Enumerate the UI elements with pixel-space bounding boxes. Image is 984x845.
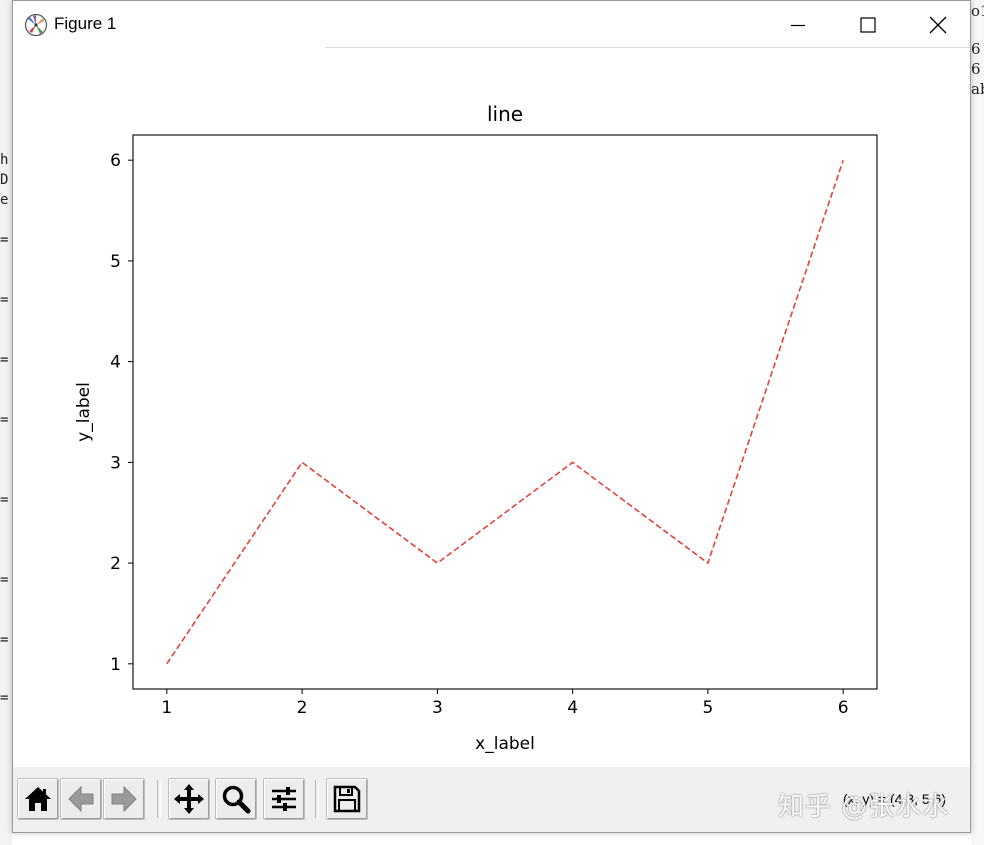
background-text: =	[0, 412, 9, 428]
zoom-button[interactable]	[215, 778, 257, 820]
watermark: 知乎 @张水水	[778, 792, 950, 822]
background-text: =	[0, 572, 9, 588]
y-tick-label: 2	[110, 554, 121, 574]
window-title: Figure 1	[54, 14, 117, 33]
home-button[interactable]	[17, 778, 59, 820]
y-tick-label: 1	[110, 655, 121, 675]
y-axis-label: y_label	[74, 382, 94, 442]
chart-title: line	[487, 102, 523, 126]
background-text: =	[0, 232, 9, 248]
maximize-icon	[860, 16, 876, 33]
move-icon	[174, 784, 204, 814]
background-text: =	[0, 690, 9, 706]
close-icon	[929, 16, 947, 33]
forward-button[interactable]	[103, 778, 145, 820]
x-tick-label: 6	[838, 698, 849, 718]
y-tick-label: 5	[110, 252, 121, 272]
sliders-icon	[272, 787, 296, 811]
matplotlib-logo-icon	[24, 13, 48, 37]
background-text: =	[0, 492, 9, 508]
background-text: e	[0, 192, 9, 208]
x-tick-label: 1	[161, 698, 172, 718]
home-icon	[25, 787, 51, 811]
minimize-icon	[791, 24, 805, 26]
save-button[interactable]	[326, 778, 368, 820]
figure-window: Figure 1 1 2 3 4 5 6 1 2 3 4 5 6 line x_label y_label	[12, 0, 971, 833]
back-button[interactable]	[60, 778, 102, 820]
background-editor-left: h D e = = = = = = = =	[0, 0, 12, 845]
x-tick-label: 4	[567, 698, 578, 718]
title-bar[interactable]: Figure 1	[13, 1, 970, 48]
maximize-button[interactable]	[833, 1, 903, 48]
x-tick-label: 5	[702, 698, 713, 718]
toolbar-separator	[157, 780, 161, 818]
toolbar-separator	[315, 780, 319, 818]
pan-button[interactable]	[168, 778, 210, 820]
arrow-right-icon	[111, 785, 137, 813]
magnifier-icon	[222, 785, 251, 814]
y-tick-label: 4	[110, 353, 121, 373]
background-text: =	[0, 352, 9, 368]
configure-subplots-button[interactable]	[263, 778, 305, 820]
axes-frame	[132, 134, 878, 690]
y-tick-label: 6	[110, 151, 121, 171]
figure-canvas[interactable]: 1 2 3 4 5 6 1 2 3 4 5 6 line x_label y_label	[13, 48, 970, 767]
close-button[interactable]	[903, 1, 973, 48]
floppy-disk-icon	[333, 785, 361, 813]
background-text: ab	[971, 80, 984, 98]
background-text: =	[0, 292, 9, 308]
minimize-button[interactable]	[763, 1, 833, 48]
x-axis-label: x_label	[475, 734, 535, 754]
x-tick-label: 2	[297, 698, 308, 718]
x-tick-label: 3	[432, 698, 443, 718]
arrow-left-icon	[68, 785, 94, 813]
background-text: 6	[971, 60, 981, 78]
line-chart: 1 2 3 4 5 6 1 2 3 4 5 6 line x_label y_label	[74, 102, 878, 754]
series-line	[166, 159, 844, 665]
background-text: h	[0, 152, 9, 168]
background-text: =	[0, 632, 9, 648]
background-text: D	[0, 172, 9, 188]
background-editor-right: o1 6 6 ab	[971, 0, 984, 845]
y-tick-label: 3	[110, 453, 121, 473]
